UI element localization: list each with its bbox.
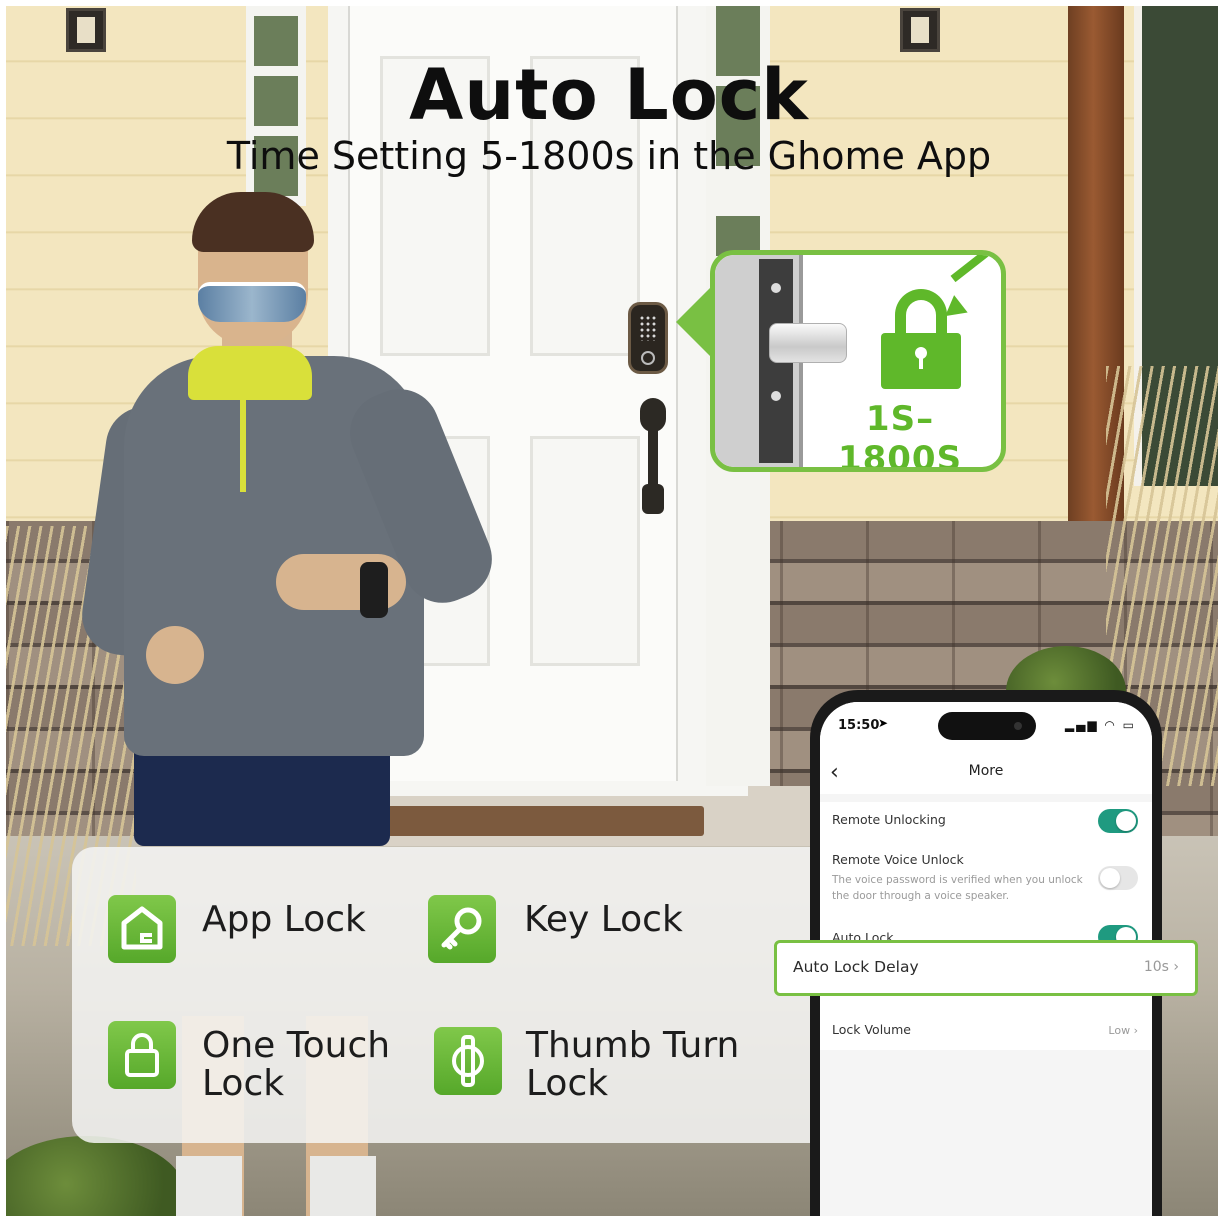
home-g-icon [108, 895, 176, 963]
setting-lock-volume[interactable]: Lock Volume Low › [820, 1020, 1152, 1050]
setting-remote-unlocking[interactable]: Remote Unlocking [820, 802, 1152, 842]
nav-bar: ‹ More [820, 750, 1152, 794]
page-title: Auto Lock [409, 54, 809, 136]
remote-voice-unlock-toggle[interactable] [1098, 866, 1138, 890]
door-handle [640, 398, 666, 516]
setting-description: The voice password is verified when you … [832, 874, 1083, 902]
wall-lamp-left [66, 8, 106, 52]
setting-value: 10s › [1143, 959, 1179, 975]
nav-title: More [968, 763, 1004, 779]
padlock-outline-icon [108, 1021, 176, 1089]
sunglasses [198, 282, 306, 322]
screw [771, 283, 781, 293]
dynamic-island [938, 712, 1036, 740]
features-panel: App Lock Key Lock One Touch Lock Thumb T… [72, 847, 812, 1143]
setting-title: Lock Volume [832, 1022, 911, 1037]
feature-label: Key Lock [524, 899, 683, 940]
location-arrow-icon: ➤ [878, 716, 889, 730]
arrow-icon [950, 255, 994, 283]
setting-title: Remote Voice Unlock [832, 852, 964, 867]
feature-label: One Touch Lock [202, 1025, 391, 1104]
wall-lamp-right [900, 8, 940, 52]
deadbolt [769, 323, 847, 363]
remote-unlocking-toggle[interactable] [1098, 809, 1138, 833]
bolt-callout: 1S–1800S [710, 250, 1006, 472]
running-man [6, 6, 504, 1216]
headline: Auto Lock Time Setting 5-1800s in the Gh… [0, 56, 1218, 178]
time-range: 1S–1800S [837, 399, 963, 472]
chevron-right-icon: › [1173, 959, 1179, 975]
key-icon [428, 895, 496, 963]
setting-remote-voice-unlock[interactable]: Remote Voice Unlock The voice password i… [820, 842, 1152, 920]
feature-label: Thumb Turn Lock [526, 1025, 740, 1104]
status-time: 15:50 [838, 718, 880, 733]
status-bar: 15:50 ➤ ▂▄▆ ◠ ▭ [820, 702, 1152, 750]
door-mat [384, 806, 704, 836]
thumb-turn-icon [434, 1027, 502, 1095]
chevron-right-icon: › [1133, 1024, 1138, 1037]
signal-wifi-battery-icon: ▂▄▆ ◠ ▭ [1064, 718, 1136, 732]
page-subtitle: Time Setting 5-1800s in the Ghome App [226, 134, 992, 178]
setting-title: Remote Unlocking [832, 812, 946, 827]
feature-label: App Lock [202, 899, 366, 940]
smart-lock-keypad [628, 302, 668, 374]
setting-title: Auto Lock Delay [793, 958, 919, 976]
setting-auto-lock-delay[interactable]: Auto Lock Delay 10s › [774, 940, 1198, 996]
settings-list: Remote Unlocking Remote Voice Unlock The… [820, 802, 1152, 1050]
setting-value: Low › [1108, 1024, 1138, 1037]
screw [771, 391, 781, 401]
